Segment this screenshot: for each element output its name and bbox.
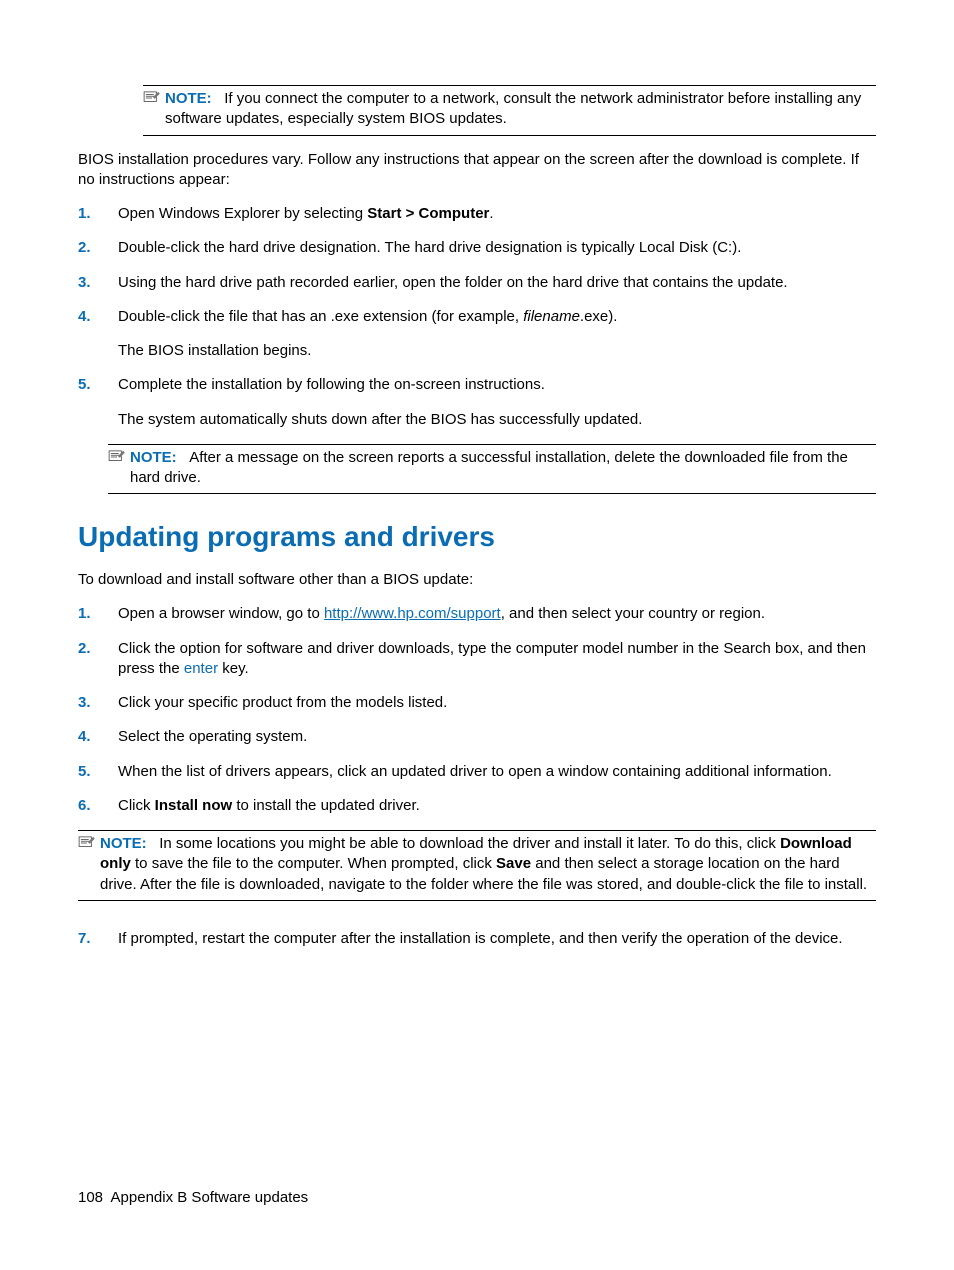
list-item: 4. Double-click the file that has an .ex… bbox=[78, 307, 876, 362]
step-text: Click your specific product from the mod… bbox=[118, 693, 876, 713]
step-number: 7. bbox=[78, 929, 118, 949]
step-number: 3. bbox=[78, 273, 118, 293]
section-heading: Updating programs and drivers bbox=[78, 518, 876, 556]
note-box-2: NOTE: After a message on the screen repo… bbox=[108, 444, 876, 495]
list-item: 7. If prompted, restart the computer aft… bbox=[78, 929, 876, 949]
list-item: 2. Click the option for software and dri… bbox=[78, 639, 876, 680]
step-text: If prompted, restart the computer after … bbox=[118, 929, 876, 949]
note-icon bbox=[143, 91, 165, 109]
step-sub-text: The BIOS installation begins. bbox=[118, 341, 876, 361]
step-number: 6. bbox=[78, 796, 118, 816]
step-sub-text: The system automatically shuts down afte… bbox=[118, 410, 876, 430]
note-text: NOTE: After a message on the screen repo… bbox=[130, 448, 876, 489]
step-number: 5. bbox=[78, 375, 118, 395]
update-steps-list: 1. Open a browser window, go to http://w… bbox=[78, 604, 876, 949]
list-item: 4. Select the operating system. bbox=[78, 727, 876, 747]
step-number: 2. bbox=[78, 639, 118, 659]
note-text: NOTE: If you connect the computer to a n… bbox=[165, 89, 876, 130]
step-number: 1. bbox=[78, 604, 118, 624]
intro2-paragraph: To download and install software other t… bbox=[78, 570, 876, 590]
note-box-1: NOTE: If you connect the computer to a n… bbox=[143, 85, 876, 136]
step-text: Select the operating system. bbox=[118, 727, 876, 747]
list-item: 3. Using the hard drive path recorded ea… bbox=[78, 273, 876, 293]
note-text: NOTE: In some locations you might be abl… bbox=[100, 834, 876, 895]
step-number: 3. bbox=[78, 693, 118, 713]
step-text: Click the option for software and driver… bbox=[118, 639, 876, 680]
step-number: 5. bbox=[78, 762, 118, 782]
note-label: NOTE: bbox=[130, 449, 177, 466]
enter-key: enter bbox=[184, 660, 218, 677]
note-label: NOTE: bbox=[165, 90, 212, 107]
step-text: Double-click the file that has an .exe e… bbox=[118, 307, 876, 362]
support-link[interactable]: http://www.hp.com/support bbox=[324, 605, 501, 622]
note-box-3: NOTE: In some locations you might be abl… bbox=[78, 830, 876, 901]
step-text: When the list of drivers appears, click … bbox=[118, 762, 876, 782]
list-item: 1. Open Windows Explorer by selecting St… bbox=[78, 204, 876, 224]
note-icon bbox=[108, 450, 130, 468]
bios-steps-list: 1. Open Windows Explorer by selecting St… bbox=[78, 204, 876, 430]
step-number: 1. bbox=[78, 204, 118, 224]
footer-section: Appendix B Software updates bbox=[111, 1189, 309, 1206]
page-footer: 108 Appendix B Software updates bbox=[78, 1188, 308, 1208]
list-item: 5. Complete the installation by followin… bbox=[78, 375, 876, 430]
page-number: 108 bbox=[78, 1189, 103, 1206]
step-text: Complete the installation by following t… bbox=[118, 375, 876, 430]
list-item: 5. When the list of drivers appears, cli… bbox=[78, 762, 876, 782]
step-text: Open Windows Explorer by selecting Start… bbox=[118, 204, 876, 224]
step-text: Using the hard drive path recorded earli… bbox=[118, 273, 876, 293]
note-icon bbox=[78, 836, 100, 854]
list-item: 1. Open a browser window, go to http://w… bbox=[78, 604, 876, 624]
note-label: NOTE: bbox=[100, 835, 147, 852]
step-text: Click Install now to install the updated… bbox=[118, 796, 876, 915]
list-item: 3. Click your specific product from the … bbox=[78, 693, 876, 713]
step-text: Double-click the hard drive designation.… bbox=[118, 238, 876, 258]
step-text: Open a browser window, go to http://www.… bbox=[118, 604, 876, 624]
list-item: 6. Click Install now to install the upda… bbox=[78, 796, 876, 915]
step-number: 4. bbox=[78, 727, 118, 747]
step-number: 4. bbox=[78, 307, 118, 327]
list-item: 2. Double-click the hard drive designati… bbox=[78, 238, 876, 258]
note-body: If you connect the computer to a network… bbox=[165, 90, 861, 127]
note-body: After a message on the screen reports a … bbox=[130, 449, 848, 486]
step-number: 2. bbox=[78, 238, 118, 258]
intro-paragraph: BIOS installation procedures vary. Follo… bbox=[78, 150, 876, 191]
